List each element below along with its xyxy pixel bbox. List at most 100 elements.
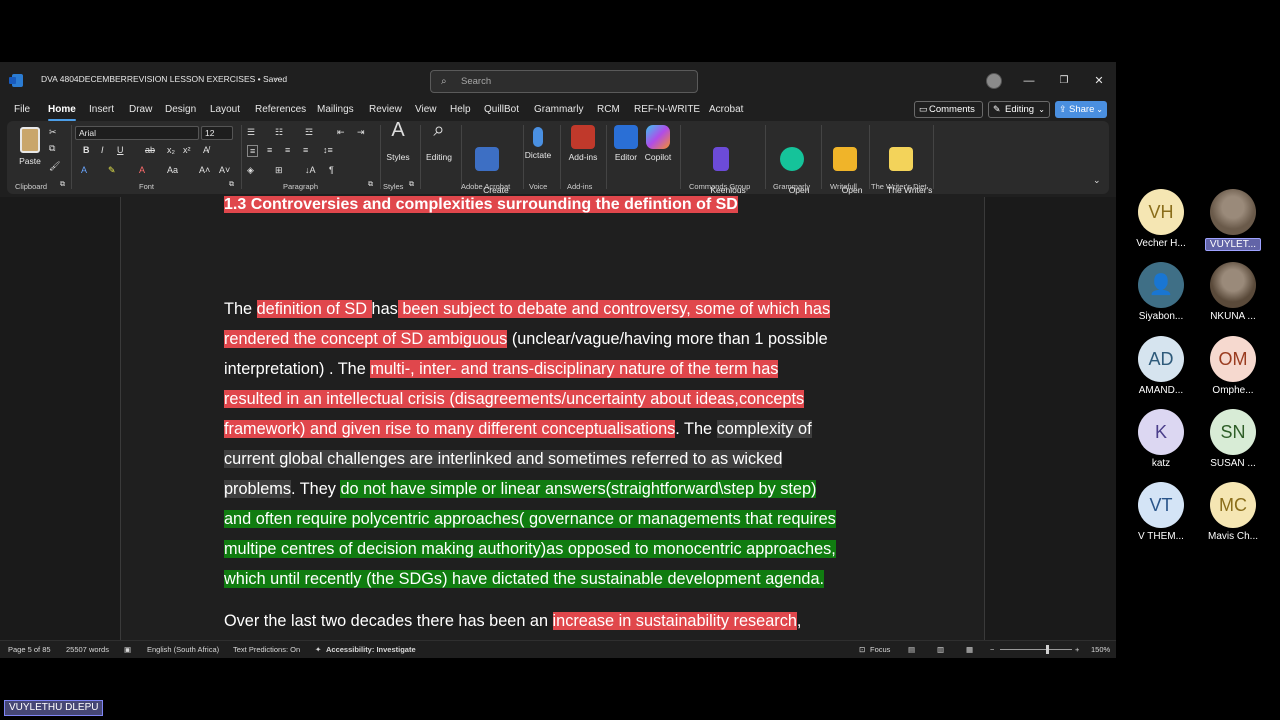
decrease-indent-icon[interactable]: ⇤ <box>337 127 345 138</box>
multilevel-list-icon[interactable]: ☲ <box>305 127 313 138</box>
tab-insert[interactable]: Insert <box>89 104 114 115</box>
document-line[interactable]: multipe centres of decision making autho… <box>224 538 836 560</box>
participant-tile[interactable]: OM Omphe... <box>1205 336 1261 406</box>
share-button[interactable]: ⇪ Share ⌄ <box>1055 101 1107 118</box>
document-line[interactable]: which until recently (the SDGs) have dic… <box>224 568 825 590</box>
accessibility-status[interactable]: Accessibility: Investigate <box>326 645 416 654</box>
editor-button[interactable]: Editor <box>611 125 641 163</box>
participant-tile[interactable]: SN SUSAN ... <box>1205 409 1261 479</box>
tab-rcm[interactable]: RCM <box>597 104 620 115</box>
tab-view[interactable]: View <box>415 104 437 115</box>
close-icon[interactable]: ✕ <box>1088 72 1110 90</box>
tab-ref-n-write[interactable]: REF-N-WRITE <box>634 104 700 115</box>
zoom-out-icon[interactable]: − <box>990 645 994 654</box>
superscript-icon[interactable]: x² <box>183 145 191 155</box>
sort-icon[interactable]: ↓A <box>305 165 316 175</box>
document-line[interactable]: The definition of SD has been subject to… <box>224 298 831 320</box>
section-heading[interactable]: 1.3 Controversies and complexities surro… <box>224 196 738 214</box>
cut-icon[interactable]: ✂ <box>49 127 57 138</box>
zoom-slider-thumb[interactable] <box>1045 645 1049 654</box>
align-right-icon[interactable]: ≡ <box>285 145 290 155</box>
tab-references[interactable]: References <box>255 104 306 115</box>
minimize-icon[interactable]: — <box>1018 72 1040 90</box>
font-size-box[interactable]: 12 <box>201 126 233 140</box>
grow-font-icon[interactable]: A˄ <box>199 165 210 175</box>
document-line[interactable]: Over the last two decades there has been… <box>224 610 801 632</box>
participant-tile[interactable]: AD AMAND... <box>1133 336 1189 406</box>
participant-tile[interactable]: VT V THEM... <box>1133 482 1189 552</box>
participant-tile[interactable]: 👤 Siyabon... <box>1133 262 1189 332</box>
text-predictions[interactable]: Text Predictions: On <box>233 645 300 654</box>
tab-help[interactable]: Help <box>450 104 471 115</box>
dialog-launcher-icon[interactable]: ⧉ <box>368 181 373 189</box>
zoom-slider[interactable] <box>1000 645 1072 654</box>
document-line[interactable]: rendered the concept of SD ambiguous (un… <box>224 328 828 350</box>
language[interactable]: English (South Africa) <box>147 645 219 654</box>
participant-tile[interactable]: Kkatz <box>1133 409 1189 479</box>
document-line[interactable]: current global challenges are interlinke… <box>224 448 783 470</box>
italic-icon[interactable]: I <box>101 145 104 155</box>
tab-home[interactable]: Home <box>48 104 76 121</box>
styles-button[interactable]: A Styles <box>385 120 411 163</box>
shading-icon[interactable]: ◈ <box>247 165 254 176</box>
participant-tile[interactable]: VUYLET... <box>1205 189 1261 259</box>
tab-acrobat[interactable]: Acrobat <box>709 104 743 115</box>
focus-button[interactable]: Focus <box>870 645 890 654</box>
addins-button[interactable]: Add-ins <box>566 125 600 163</box>
change-case-icon[interactable]: Aa <box>167 165 178 175</box>
comments-button[interactable]: ▭ Comments <box>914 101 983 118</box>
document-line[interactable]: framework) and given rise to many differ… <box>224 418 812 440</box>
restore-icon[interactable]: ❐ <box>1053 72 1075 90</box>
dialog-launcher-icon[interactable]: ⧉ <box>229 181 234 189</box>
tab-design[interactable]: Design <box>165 104 196 115</box>
profile-avatar[interactable] <box>986 73 1002 89</box>
print-layout-icon[interactable]: ▥ <box>937 645 944 654</box>
tab-file[interactable]: File <box>14 104 30 115</box>
copilot-button[interactable]: Copilot <box>643 125 673 163</box>
dialog-launcher-icon[interactable]: ⧉ <box>409 181 414 189</box>
tab-layout[interactable]: Layout <box>210 104 240 115</box>
search-input[interactable]: ⌕ Search <box>430 70 698 93</box>
tab-quillbot[interactable]: QuillBot <box>484 104 519 115</box>
editing-button[interactable]: ⌕ Editing <box>423 120 455 163</box>
font-color-icon[interactable]: A <box>139 165 145 175</box>
read-mode-icon[interactable]: ▤ <box>908 645 915 654</box>
document-line[interactable]: resulted in an intellectual crisis (disa… <box>224 388 805 410</box>
line-spacing-icon[interactable]: ↕≡ <box>323 145 333 155</box>
copy-icon[interactable]: ⧉ <box>49 143 55 154</box>
dictate-button[interactable]: Dictate <box>523 125 553 161</box>
increase-indent-icon[interactable]: ⇥ <box>357 127 365 138</box>
tab-grammarly[interactable]: Grammarly <box>534 104 583 115</box>
align-left-icon[interactable]: ≡ <box>247 145 259 157</box>
participant-tile[interactable]: MC Mavis Ch... <box>1205 482 1261 552</box>
document-title[interactable]: DVA 4804DECEMBERREVISION LESSON EXERCISE… <box>41 74 287 84</box>
text-effects-icon[interactable]: A <box>81 165 87 175</box>
participant-tile[interactable]: NKUNA ... <box>1205 262 1261 332</box>
zoom-level[interactable]: 150% <box>1091 645 1110 654</box>
tab-mailings[interactable]: Mailings <box>317 104 354 115</box>
shrink-font-icon[interactable]: A˅ <box>219 165 230 175</box>
numbering-icon[interactable]: ☷ <box>275 127 283 138</box>
document-line[interactable]: and often require polycentric approaches… <box>224 508 836 530</box>
word-count[interactable]: 25507 words <box>66 645 109 654</box>
underline-icon[interactable]: U <box>117 145 124 155</box>
format-painter-icon[interactable]: 🖌 <box>49 161 60 172</box>
subscript-icon[interactable]: x₂ <box>167 145 175 155</box>
bullets-icon[interactable]: ☰ <box>247 127 255 138</box>
document-line[interactable]: interpretation) . The multi-, inter- and… <box>224 358 779 380</box>
highlight-color-icon[interactable]: ✎ <box>108 165 116 176</box>
editing-mode-button[interactable]: ✎ Editing ⌄ <box>988 101 1050 118</box>
paste-button[interactable]: Paste <box>15 127 45 167</box>
web-layout-icon[interactable]: ▦ <box>966 645 973 654</box>
document-line[interactable]: problems. They do not have simple or lin… <box>224 478 817 500</box>
participant-tile[interactable]: VH Vecher H... <box>1133 189 1189 259</box>
justify-icon[interactable]: ≡ <box>303 145 308 155</box>
page-count[interactable]: Page 5 of 85 <box>8 645 51 654</box>
strikethrough-icon[interactable]: ab <box>145 145 155 155</box>
align-center-icon[interactable]: ≡ <box>267 145 272 155</box>
zoom-in-icon[interactable]: + <box>1075 645 1079 654</box>
dialog-launcher-icon[interactable]: ⧉ <box>60 181 65 189</box>
tab-draw[interactable]: Draw <box>129 104 152 115</box>
show-marks-icon[interactable]: ¶ <box>329 165 334 175</box>
borders-icon[interactable]: ⊞ <box>275 165 283 176</box>
